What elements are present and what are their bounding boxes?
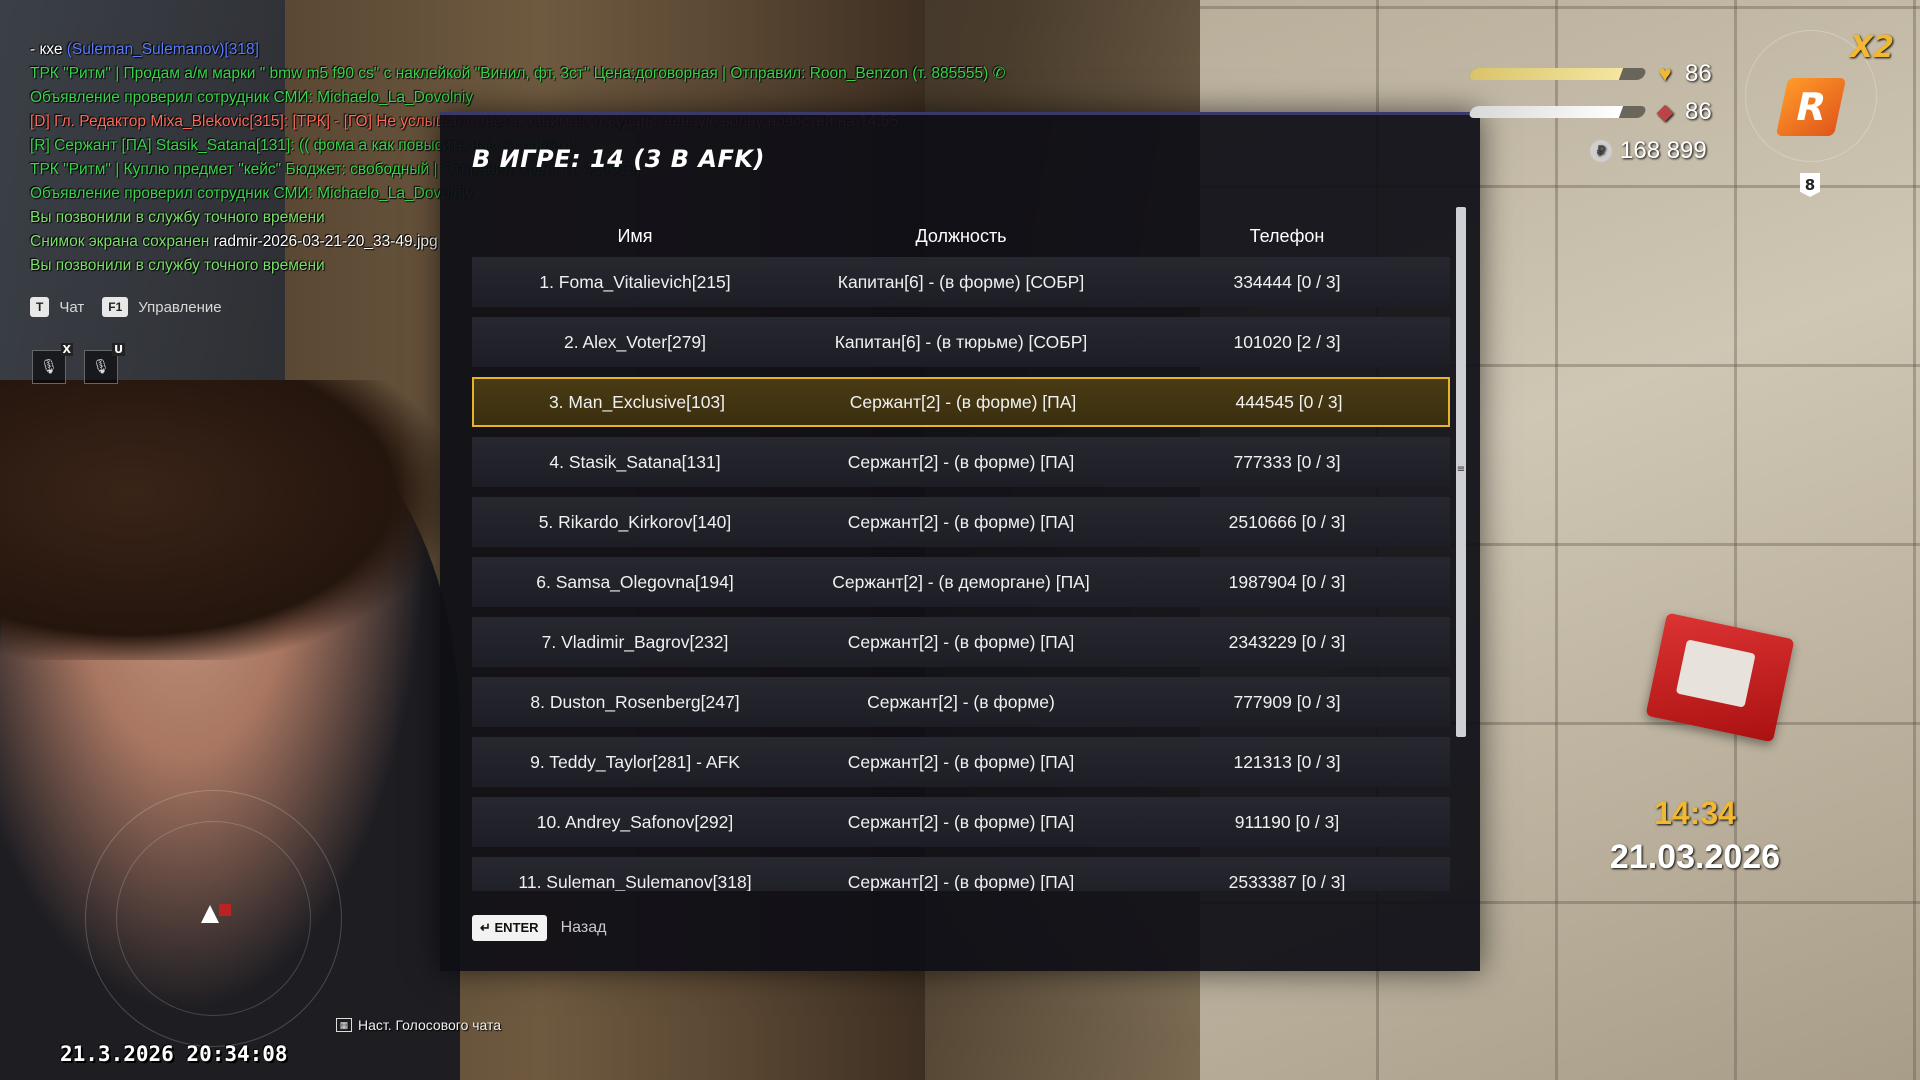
online-members-dialog: В ИГРЕ: 14 (3 В AFK) Имя Должность Телеф…: [440, 112, 1480, 971]
member-name-cell: 1. Foma_Vitalievich[215]: [539, 272, 731, 292]
hotkey-chat[interactable]: T Чат: [30, 297, 84, 317]
status-hud: ♥ 86 ◆ 86 ₽ 168 899: [1467, 55, 1712, 165]
armor-value: 86: [1685, 98, 1712, 125]
hotkey-label: Чат: [59, 298, 85, 316]
heart-icon: ♥: [1658, 61, 1672, 86]
member-phone-cell: 121313 [0 / 3]: [1233, 752, 1341, 772]
member-name-cell: 4. Stasik_Satana[131]: [549, 452, 721, 472]
member-name-cell: 10. Andrey_Safonov[292]: [536, 812, 734, 832]
table-row[interactable]: 1. Foma_Vitalievich[215] Капитан[6] - (в …: [472, 257, 1450, 307]
health-bar-fill: [1467, 68, 1623, 80]
table-row[interactable]: 10. Andrey_Safonov[292] Сержант[2] - (в ф…: [472, 797, 1450, 847]
armor-bar: [1467, 106, 1648, 118]
column-header-rank: Должность: [915, 226, 1007, 246]
member-name-cell: 7. Vladimir_Bagrov[232]: [541, 632, 729, 652]
keyboard-icon: ▦: [336, 1018, 352, 1032]
member-phone-cell: 334444 [0 / 3]: [1233, 272, 1341, 292]
chat-line: - кхе (Suleman_Sulemanov)[318]: [30, 41, 259, 58]
member-phone-cell: 101020 [2 / 3]: [1233, 332, 1341, 352]
health-bar: [1467, 68, 1648, 80]
food-icon: ◆: [1656, 99, 1674, 124]
table-row[interactable]: 8. Duston_Rosenberg[247] Сержант[2] - (в …: [472, 677, 1450, 727]
member-rank-cell: Сержант[2] - (в форме) [ПА]: [847, 872, 1075, 891]
ruble-coin-icon: ₽: [1590, 140, 1612, 162]
screenshot-timestamp: 21.3.2026 20:34:08: [60, 1042, 288, 1066]
hotkey-controls[interactable]: F1 Управление: [102, 297, 222, 317]
back-label[interactable]: Назад: [561, 919, 607, 937]
table-row[interactable]: 6. Samsa_Olegovna[194] Сержант[2] - (в де…: [472, 557, 1450, 607]
mic-muted-icon[interactable]: 🎙 X: [32, 343, 73, 384]
member-phone-cell: 444545 [0 / 3]: [1235, 392, 1343, 412]
member-rank-cell: Сержант[2] - (в форме) [ПА]: [847, 452, 1075, 472]
voice-mic-toggles: 🎙 X 🎙 U: [32, 343, 125, 384]
scrollbar-grip-icon[interactable]: ≡: [1456, 465, 1466, 479]
member-name-cell: 8. Duston_Rosenberg[247]: [530, 692, 740, 712]
voice-chat-label: Наст. Голосового чата: [358, 1017, 502, 1033]
clock-time: 14:34: [1654, 795, 1736, 831]
table-row[interactable]: 2. Alex_Voter[279] Капитан[6] - (в тюрьме…: [472, 317, 1450, 367]
money-value: 168 899: [1620, 137, 1707, 164]
player-character-hair: [0, 380, 440, 660]
armor-row: ◆ 86: [1467, 93, 1712, 131]
member-rank-cell: Капитан[6] - (в форме) [СОБР]: [837, 272, 1085, 292]
table-row[interactable]: 11. Suleman_Sulemanov[318] Сержант[2] - (…: [472, 857, 1450, 891]
key-badge: T: [30, 297, 50, 317]
table-row[interactable]: 5. Rikardo_Kirkorov[140] Сержант[2] - (в …: [472, 497, 1450, 547]
chat-line: ТРК "Ритм" | Продам а/м марки " bmw m5 f…: [30, 65, 1006, 82]
member-phone-cell: 777333 [0 / 3]: [1233, 452, 1341, 472]
player-arrow-icon: [201, 905, 219, 923]
server-logo-icon: R: [1775, 78, 1847, 136]
voice-chat-settings[interactable]: ▦ Наст. Голосового чата: [336, 1017, 501, 1033]
member-phone-cell: 2533387 [0 / 3]: [1228, 872, 1346, 891]
game-clock: 14:34 21.03.2026: [1605, 795, 1785, 877]
member-name-cell: 2. Alex_Voter[279]: [563, 332, 707, 352]
member-name-cell: 5. Rikardo_Kirkorov[140]: [538, 512, 732, 532]
member-rank-cell: Сержант[2] - (в форме) [ПА]: [847, 632, 1075, 652]
mic-muted-icon[interactable]: 🎙 U: [84, 343, 125, 384]
chat-line: Объявление проверил сотрудник СМИ: Micha…: [30, 89, 474, 106]
enter-key-button[interactable]: ↵ ENTER: [472, 915, 547, 941]
member-phone-cell: 1987904 [0 / 3]: [1228, 572, 1346, 592]
health-row: ♥ 86: [1467, 55, 1712, 93]
member-phone-cell: 911190 [0 / 3]: [1234, 812, 1340, 832]
member-name-cell: 3. Man_Exclusive[103]: [548, 392, 726, 412]
dialog-footer: ↵ ENTER Назад: [472, 915, 606, 941]
members-list[interactable]: 1. Foma_Vitalievich[215] Капитан[6] - (в …: [472, 257, 1450, 891]
health-value: 86: [1685, 60, 1712, 87]
map-blip-icon: [219, 904, 231, 916]
hotkey-hints: T Чат F1 Управление: [30, 297, 222, 317]
member-phone-cell: 2343229 [0 / 3]: [1228, 632, 1346, 652]
member-name-cell: 6. Samsa_Olegovna[194]: [536, 572, 734, 592]
member-rank-cell: Сержант[2] - (в деморгане) [ПА]: [832, 572, 1090, 592]
phone-icon: ✆: [992, 65, 1006, 82]
clock-date: 21.03.2026: [1609, 838, 1781, 876]
multiplier-badge: X2: [1850, 30, 1895, 65]
column-header-phone: Телефон: [1249, 226, 1325, 246]
dialog-title: В ИГРЕ: 14 (3 В AFK): [472, 145, 765, 173]
money-row: ₽ 168 899: [1590, 137, 1712, 165]
member-name-cell: 11. Suleman_Sulemanov[318]: [518, 872, 752, 891]
member-phone-cell: 777909 [0 / 3]: [1233, 692, 1341, 712]
hotkey-label: Управление: [138, 298, 222, 316]
member-phone-cell: 2510666 [0 / 3]: [1228, 512, 1346, 532]
table-row[interactable]: 7. Vladimir_Bagrov[232] Сержант[2] - (в ф…: [472, 617, 1450, 667]
table-row[interactable]: 4. Stasik_Satana[131] Сержант[2] - (в фор…: [472, 437, 1450, 487]
member-name-cell: 9. Teddy_Taylor[281] - AFK: [530, 752, 740, 772]
table-header: Имя Должность Телефон: [472, 219, 1450, 253]
member-rank-cell: Сержант[2] - (в форме) [ПА]: [847, 512, 1075, 532]
armor-bar-fill: [1467, 106, 1623, 118]
table-row[interactable]: 3. Man_Exclusive[103] Сержант[2] - (в фор…: [472, 377, 1450, 427]
member-rank-cell: Сержант[2] - (в форме) [ПА]: [849, 392, 1077, 412]
member-rank-cell: Сержант[2] - (в форме) [ПА]: [847, 752, 1075, 772]
column-header-name: Имя: [617, 226, 653, 246]
member-rank-cell: Капитан[6] - (в тюрьме) [СОБР]: [834, 332, 1088, 352]
table-row[interactable]: 9. Teddy_Taylor[281] - AFK Сержант[2] - (…: [472, 737, 1450, 787]
key-badge: F1: [102, 297, 129, 317]
member-rank-cell: Сержант[2] - (в форме) [ПА]: [847, 812, 1075, 832]
member-rank-cell: Сержант[2] - (в форме): [867, 692, 1055, 712]
